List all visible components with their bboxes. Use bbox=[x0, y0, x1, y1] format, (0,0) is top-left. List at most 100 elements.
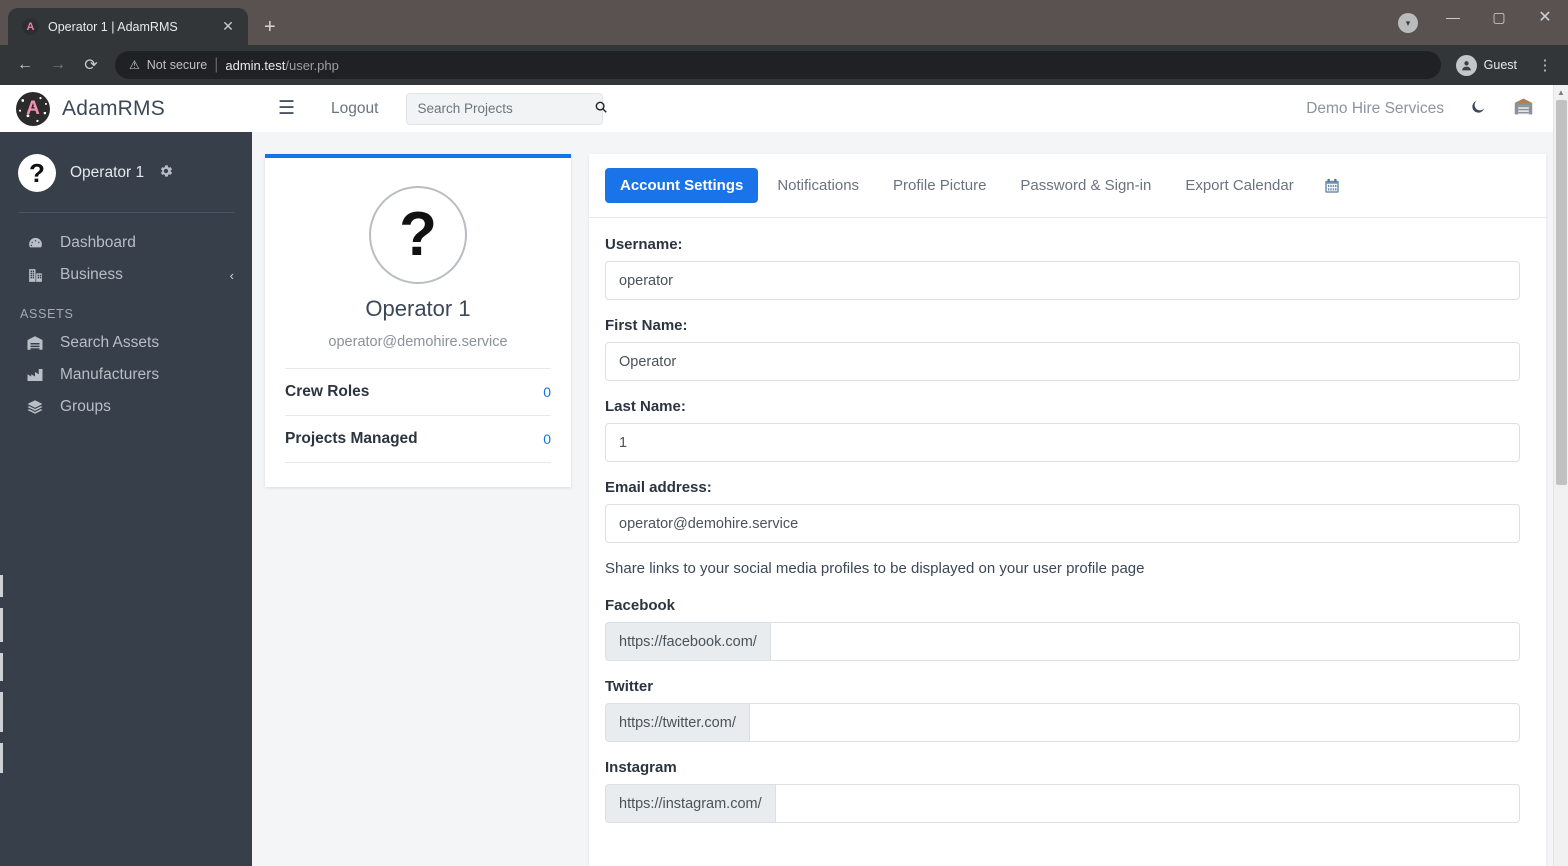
twitter-input-group: https://twitter.com/ bbox=[605, 703, 1520, 742]
scrollbar-thumb[interactable] bbox=[1556, 100, 1567, 485]
twitter-prefix: https://twitter.com/ bbox=[605, 703, 749, 742]
sidebar-item-manufacturers[interactable]: Manufacturers bbox=[0, 359, 252, 391]
facebook-prefix: https://facebook.com/ bbox=[605, 622, 770, 661]
tab-profile-picture[interactable]: Profile Picture bbox=[878, 168, 1001, 203]
sidebar-divider bbox=[18, 212, 234, 213]
profile-button[interactable]: Guest bbox=[1452, 51, 1529, 79]
stat-value: 0 bbox=[543, 384, 551, 400]
profile-card: ? Operator 1 operator@demohire.service C… bbox=[265, 154, 571, 487]
logout-link[interactable]: Logout bbox=[331, 100, 378, 118]
avatar: ? bbox=[369, 186, 467, 284]
sidebar-item-label: Dashboard bbox=[60, 234, 136, 251]
profile-email: operator@demohire.service bbox=[328, 334, 508, 350]
factory-icon bbox=[24, 366, 46, 384]
chevron-left-icon[interactable]: ‹ bbox=[230, 268, 234, 283]
minimize-button[interactable]: — bbox=[1430, 0, 1476, 34]
stat-row-crew-roles[interactable]: Crew Roles 0 bbox=[285, 369, 551, 416]
moon-icon[interactable] bbox=[1470, 98, 1487, 120]
profile-name: Operator 1 bbox=[365, 296, 471, 321]
url-host: admin.test bbox=[225, 57, 286, 73]
content-area: ? Operator 1 operator@demohire.service C… bbox=[252, 132, 1568, 866]
sidebar-item-business[interactable]: Business ‹ bbox=[0, 259, 252, 291]
avatar bbox=[1455, 54, 1477, 76]
first-name-input[interactable] bbox=[605, 342, 1520, 381]
social-helper-text: Share links to your social media profile… bbox=[605, 560, 1145, 577]
facebook-input-group: https://facebook.com/ bbox=[605, 622, 1520, 661]
tab-notifications[interactable]: Notifications bbox=[762, 168, 874, 203]
maximize-button[interactable]: ▢ bbox=[1476, 0, 1522, 34]
browser-tab[interactable]: A Operator 1 | AdamRMS ✕ bbox=[8, 8, 248, 45]
tab-title: Operator 1 | AdamRMS bbox=[48, 19, 178, 34]
sidebar: A AdamRMS ? Operator 1 Dashboard Busines… bbox=[0, 85, 252, 866]
username-input[interactable] bbox=[605, 261, 1520, 300]
edge-mark bbox=[0, 653, 3, 681]
tab-account-settings[interactable]: Account Settings bbox=[605, 168, 759, 203]
close-icon[interactable]: ✕ bbox=[218, 18, 238, 35]
favicon-icon: A bbox=[22, 18, 39, 35]
field-label: First Name: bbox=[605, 317, 688, 334]
instagram-input[interactable] bbox=[774, 784, 1520, 823]
tab-export-calendar[interactable]: Export Calendar bbox=[1170, 168, 1308, 203]
field-label: Last Name: bbox=[605, 398, 686, 415]
page-scrollbar[interactable]: ▲ bbox=[1553, 85, 1568, 866]
field-label: Instagram bbox=[605, 759, 677, 776]
email-field[interactable] bbox=[605, 504, 1520, 543]
sidebar-item-dashboard[interactable]: Dashboard bbox=[0, 227, 252, 259]
brand-name: AdamRMS bbox=[62, 96, 165, 120]
field-label: Twitter bbox=[605, 678, 654, 695]
twitter-input[interactable] bbox=[748, 703, 1520, 742]
edge-mark bbox=[0, 575, 3, 597]
address-bar[interactable]: ⚠ Not secure | admin.test/user.php bbox=[115, 51, 1441, 79]
window-close-button[interactable]: ✕ bbox=[1522, 0, 1568, 34]
settings-panel: Account Settings Notifications Profile P… bbox=[589, 154, 1546, 866]
sidebar-user[interactable]: ? Operator 1 bbox=[0, 132, 252, 212]
search-input[interactable] bbox=[417, 101, 595, 116]
edge-mark bbox=[0, 692, 3, 732]
security-label: Not secure bbox=[146, 58, 208, 72]
field-first-name: First Name: bbox=[605, 317, 1520, 381]
sidebar-item-label: Search Assets bbox=[60, 334, 160, 351]
new-tab-button[interactable]: + bbox=[264, 17, 276, 37]
address-bar-url: admin.test/user.php bbox=[225, 58, 338, 73]
browser-toolbar: ← → ⟳ ⚠ Not secure | admin.test/user.php… bbox=[0, 45, 1568, 85]
sidebar-item-search-assets[interactable]: Search Assets bbox=[0, 327, 252, 359]
search-icon[interactable] bbox=[594, 100, 608, 117]
kebab-menu-icon[interactable]: ⋮ bbox=[1532, 56, 1558, 74]
tab-password-sign-in[interactable]: Password & Sign-in bbox=[1005, 168, 1166, 203]
layers-icon bbox=[24, 398, 46, 416]
facebook-input[interactable] bbox=[769, 622, 1520, 661]
hamburger-icon[interactable]: ☰ bbox=[278, 97, 295, 120]
stat-label: Projects Managed bbox=[285, 430, 418, 447]
sidebar-item-label: Business bbox=[60, 266, 123, 283]
forward-icon[interactable]: → bbox=[43, 50, 73, 80]
browser-tabstrip: A Operator 1 | AdamRMS ✕ + ▾ — ▢ ✕ bbox=[0, 0, 1568, 45]
calendar-icon[interactable] bbox=[1323, 177, 1341, 195]
brand-header[interactable]: A AdamRMS bbox=[0, 85, 252, 132]
left-edge-scroll-marks bbox=[0, 575, 3, 784]
search-projects-box[interactable] bbox=[406, 92, 608, 125]
stat-row-projects-managed[interactable]: Projects Managed 0 bbox=[285, 416, 551, 463]
reload-icon[interactable]: ⟳ bbox=[76, 50, 106, 80]
field-label: Email address: bbox=[605, 479, 712, 496]
org-name[interactable]: Demo Hire Services bbox=[1306, 100, 1444, 118]
warehouse-icon[interactable] bbox=[1513, 96, 1534, 122]
dashboard-gauge-icon bbox=[24, 235, 46, 252]
gear-icon[interactable] bbox=[158, 163, 174, 183]
stat-value: 0 bbox=[543, 431, 551, 447]
back-icon[interactable]: ← bbox=[10, 50, 40, 80]
edge-mark bbox=[0, 608, 3, 642]
browser-chrome: A Operator 1 | AdamRMS ✕ + ▾ — ▢ ✕ ← → ⟳… bbox=[0, 0, 1568, 85]
field-instagram: Instagram https://instagram.com/ bbox=[605, 759, 1520, 823]
settings-tabs: Account Settings Notifications Profile P… bbox=[589, 154, 1546, 218]
sidebar-user-name: Operator 1 bbox=[70, 164, 145, 181]
field-label: Username: bbox=[605, 236, 683, 253]
sidebar-item-groups[interactable]: Groups bbox=[0, 391, 252, 423]
page-area: ☰ Logout Demo Hire Services bbox=[252, 85, 1568, 866]
sidebar-section-title: ASSETS bbox=[20, 307, 74, 321]
chevron-down-icon[interactable]: ▾ bbox=[1398, 13, 1418, 33]
last-name-input[interactable] bbox=[605, 423, 1520, 462]
avatar: ? bbox=[18, 154, 56, 192]
scroll-up-arrow-icon[interactable]: ▲ bbox=[1554, 85, 1568, 100]
top-navbar: ☰ Logout Demo Hire Services bbox=[252, 85, 1568, 132]
stat-label: Crew Roles bbox=[285, 383, 370, 400]
